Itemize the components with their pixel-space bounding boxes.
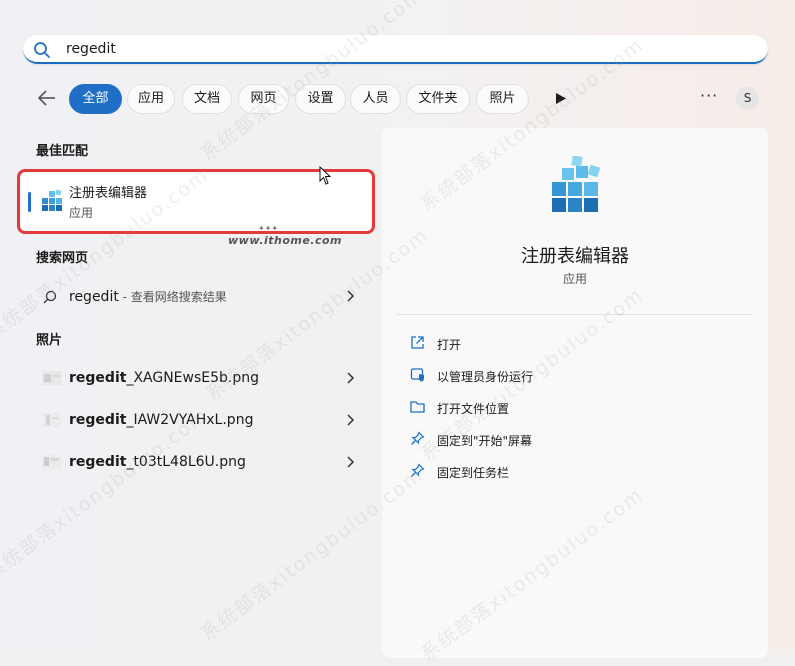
admin-shield-icon [410, 368, 424, 382]
tab-all[interactable]: 全部 [69, 84, 122, 114]
more-options-icon[interactable]: ··· [700, 86, 718, 105]
section-best-match: 最佳匹配 [36, 144, 89, 159]
photo-filename: regedit_t03tL48L6U.png [69, 454, 246, 470]
search-icon [34, 42, 50, 58]
registry-editor-icon [552, 156, 601, 212]
window-top-strip: ▔▔▔▔▔▔▔▔ [0, 0, 140, 6]
tab-documents[interactable]: 文档 [182, 84, 232, 114]
tab-people[interactable]: 人员 [350, 84, 401, 114]
tab-settings[interactable]: 设置 [295, 84, 346, 114]
section-web-search: 搜索网页 [36, 251, 89, 266]
photo-row[interactable]: regedit_IAW2VYAHxL.png [34, 406, 364, 436]
photo-thumbnail-icon [42, 371, 62, 385]
detail-app-title: 注册表编辑器 [521, 246, 629, 267]
tab-web[interactable]: 网页 [238, 84, 289, 114]
pin-icon [411, 463, 425, 477]
detail-app-type: 应用 [562, 272, 587, 286]
photo-row[interactable]: regedit_XAGNEwsE5b.png [34, 364, 364, 394]
web-search-text: regedit - 查看网络搜索结果 [69, 289, 227, 305]
photo-thumbnail-icon [42, 455, 62, 469]
photo-filename: regedit_IAW2VYAHxL.png [69, 412, 254, 428]
photo-row[interactable]: regedit_t03tL48L6U.png [34, 448, 364, 478]
chevron-right-icon[interactable] [346, 413, 356, 427]
divider [397, 314, 753, 315]
back-arrow-icon[interactable] [36, 88, 58, 108]
search-icon [43, 290, 57, 304]
tab-folders[interactable]: 文件夹 [406, 84, 470, 114]
detail-panel: 注册表编辑器 应用 打开 以管理员身份运行 打开文件位置 固定到"开始"屏幕 固… [382, 128, 768, 658]
tab-apps[interactable]: 应用 [127, 84, 175, 114]
ithome-watermark: www.ithome.com [228, 234, 343, 247]
photo-thumbnail-icon [43, 413, 61, 427]
pin-icon [411, 431, 425, 445]
web-search-row[interactable]: regedit - 查看网络搜索结果 [34, 282, 364, 312]
tab-photos[interactable]: 照片 [476, 84, 529, 114]
search-input[interactable] [66, 38, 746, 60]
photo-filename: regedit_XAGNEwsE5b.png [69, 370, 260, 386]
chevron-right-icon[interactable] [346, 455, 356, 469]
chevron-right-icon[interactable] [346, 371, 356, 385]
chevron-right-icon[interactable] [346, 289, 356, 303]
section-photos: 照片 [36, 333, 63, 348]
folder-icon [410, 401, 425, 413]
user-avatar[interactable]: S [736, 87, 759, 110]
search-box[interactable] [23, 35, 768, 64]
play-more-icon[interactable] [555, 92, 567, 105]
mouse-cursor-icon [319, 166, 332, 185]
watermark-logo-mark: ✦✦✦ [258, 224, 279, 233]
open-icon [411, 336, 424, 349]
